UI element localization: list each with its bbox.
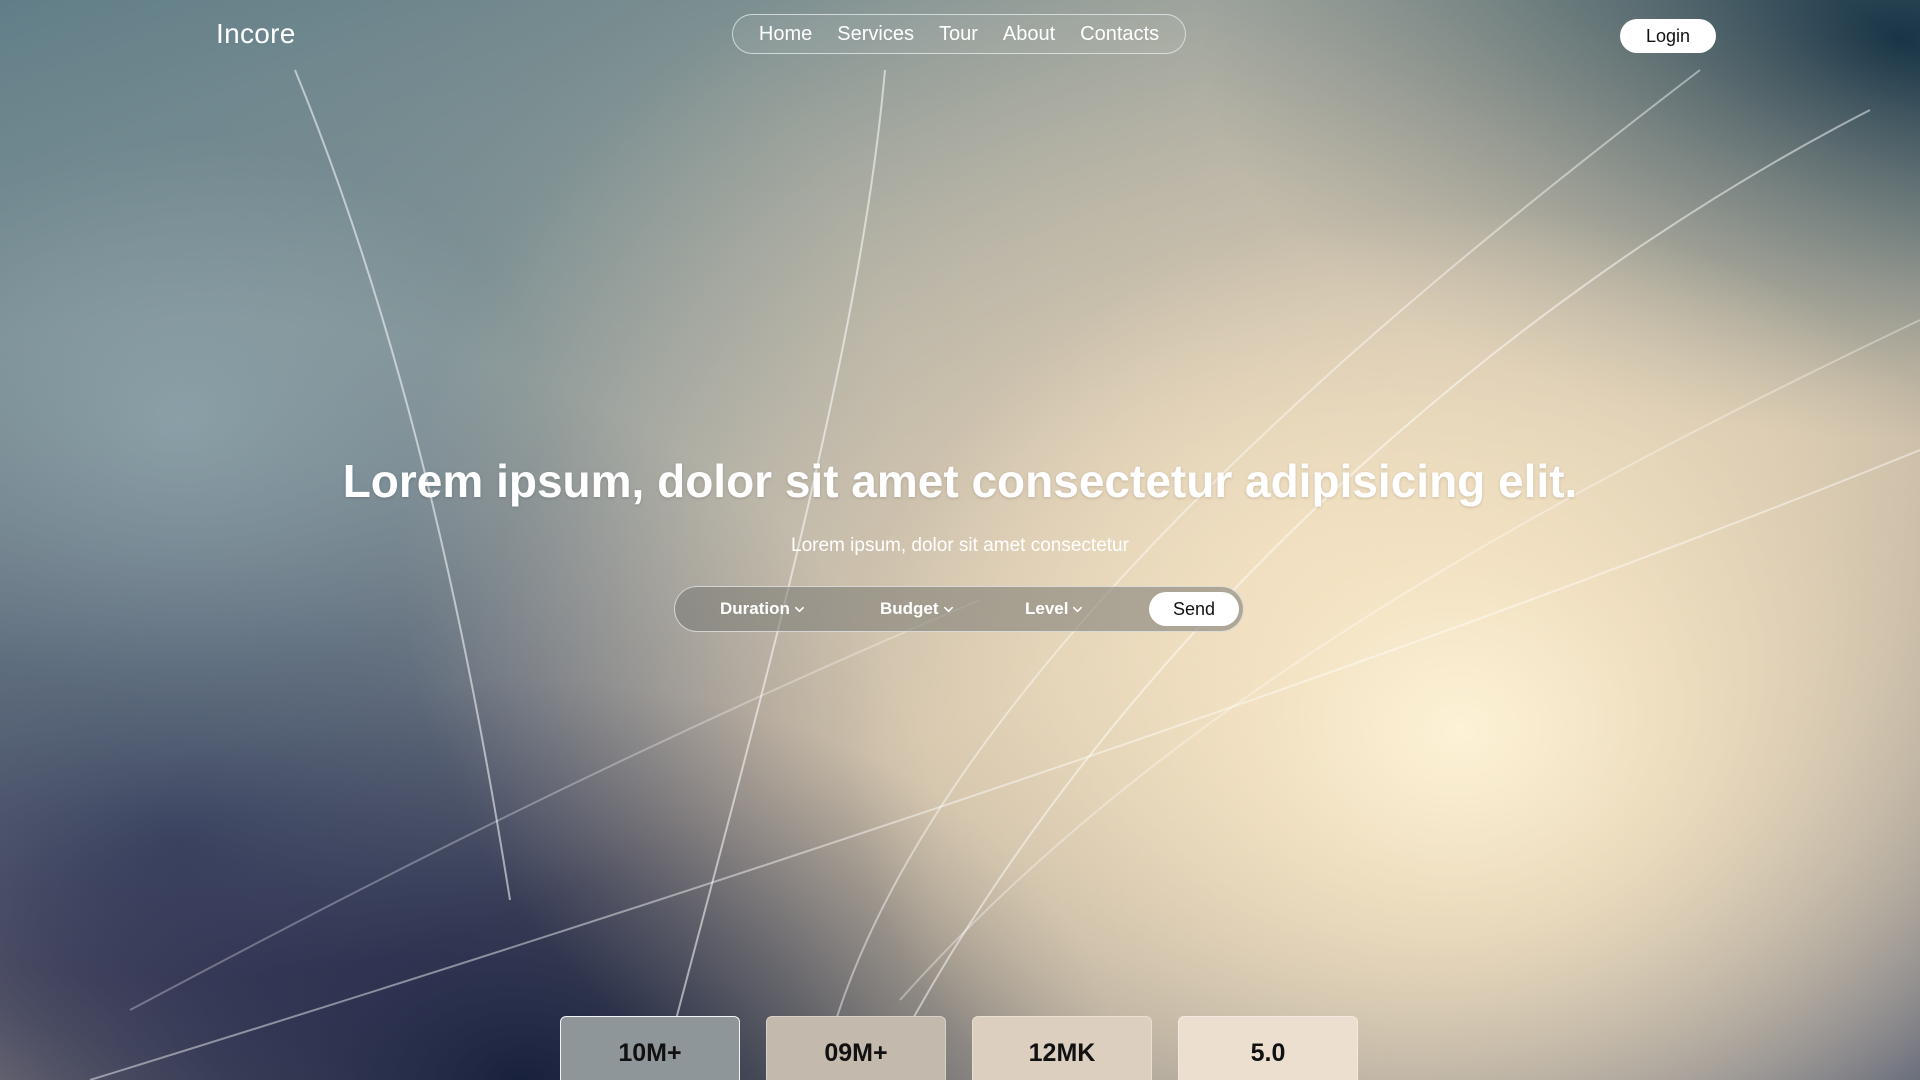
nav-item-about[interactable]: About: [1003, 23, 1055, 46]
brand-logo[interactable]: Incore: [216, 18, 296, 50]
nav-item-home[interactable]: Home: [759, 23, 812, 46]
hero-subtitle: Lorem ipsum, dolor sit amet consectetur: [791, 535, 1129, 556]
login-button[interactable]: Login: [1620, 19, 1716, 53]
stat-card: 09M+: [766, 1016, 946, 1080]
budget-dropdown[interactable]: Budget: [880, 587, 954, 631]
stat-value: 10M+: [618, 1039, 682, 1067]
stat-card: 10M+: [560, 1016, 740, 1080]
trip-search-bar: Duration Budget Level Send: [674, 586, 1244, 632]
chevron-down-icon: [1073, 606, 1083, 612]
send-button[interactable]: Send: [1149, 592, 1239, 626]
stat-value: 12MK: [1028, 1039, 1096, 1067]
chevron-down-icon: [794, 606, 804, 612]
duration-dropdown[interactable]: Duration: [720, 587, 805, 631]
chevron-down-icon: [943, 606, 953, 612]
stat-card: 5.0: [1178, 1016, 1358, 1080]
nav-item-contacts[interactable]: Contacts: [1080, 23, 1159, 46]
stat-value: 09M+: [824, 1039, 888, 1067]
level-dropdown[interactable]: Level: [1025, 587, 1083, 631]
stat-card: 12MK: [972, 1016, 1152, 1080]
nav-item-services[interactable]: Services: [837, 23, 914, 46]
budget-label: Budget: [880, 599, 939, 618]
main-nav: Home Services Tour About Contacts: [732, 14, 1186, 54]
stat-value: 5.0: [1250, 1039, 1286, 1067]
nav-item-tour[interactable]: Tour: [939, 23, 978, 46]
landing-page: Incore Home Services Tour About Contacts…: [0, 0, 1920, 1080]
duration-label: Duration: [720, 599, 790, 618]
level-label: Level: [1025, 599, 1069, 618]
hero-title: Lorem ipsum, dolor sit amet consectetur …: [342, 455, 1578, 507]
